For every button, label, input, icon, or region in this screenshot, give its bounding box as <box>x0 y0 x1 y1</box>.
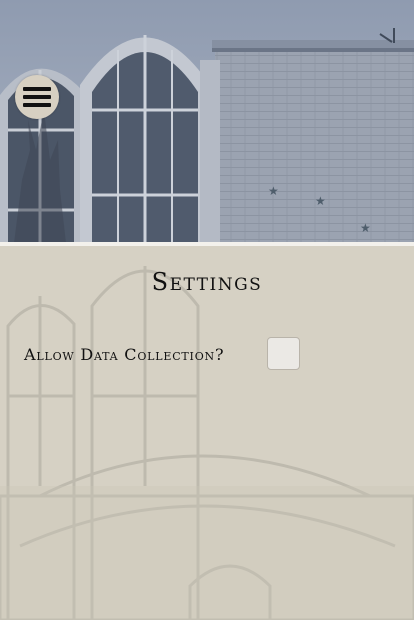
svg-text:★: ★ <box>315 194 326 208</box>
allow-data-collection-checkbox[interactable] <box>267 337 300 370</box>
app-screen: ★ ★ ★ Settings Allow Data Collection? <box>0 0 414 620</box>
svg-text:★: ★ <box>360 221 371 235</box>
hamburger-menu-icon <box>23 87 51 91</box>
allow-data-collection-label: Allow Data Collection? <box>24 344 225 364</box>
building-photo-image: ★ ★ ★ <box>0 0 414 243</box>
header-photo: ★ ★ ★ <box>0 0 414 243</box>
faded-building-image <box>0 246 414 620</box>
page-title: Settings <box>151 268 263 296</box>
menu-button[interactable] <box>15 75 59 119</box>
hamburger-menu-icon-bar <box>23 95 51 99</box>
hamburger-menu-icon-bar <box>23 103 51 107</box>
svg-text:★: ★ <box>268 184 279 198</box>
settings-panel <box>0 246 414 620</box>
setting-row-allow-data-collection: Allow Data Collection? <box>24 338 224 370</box>
